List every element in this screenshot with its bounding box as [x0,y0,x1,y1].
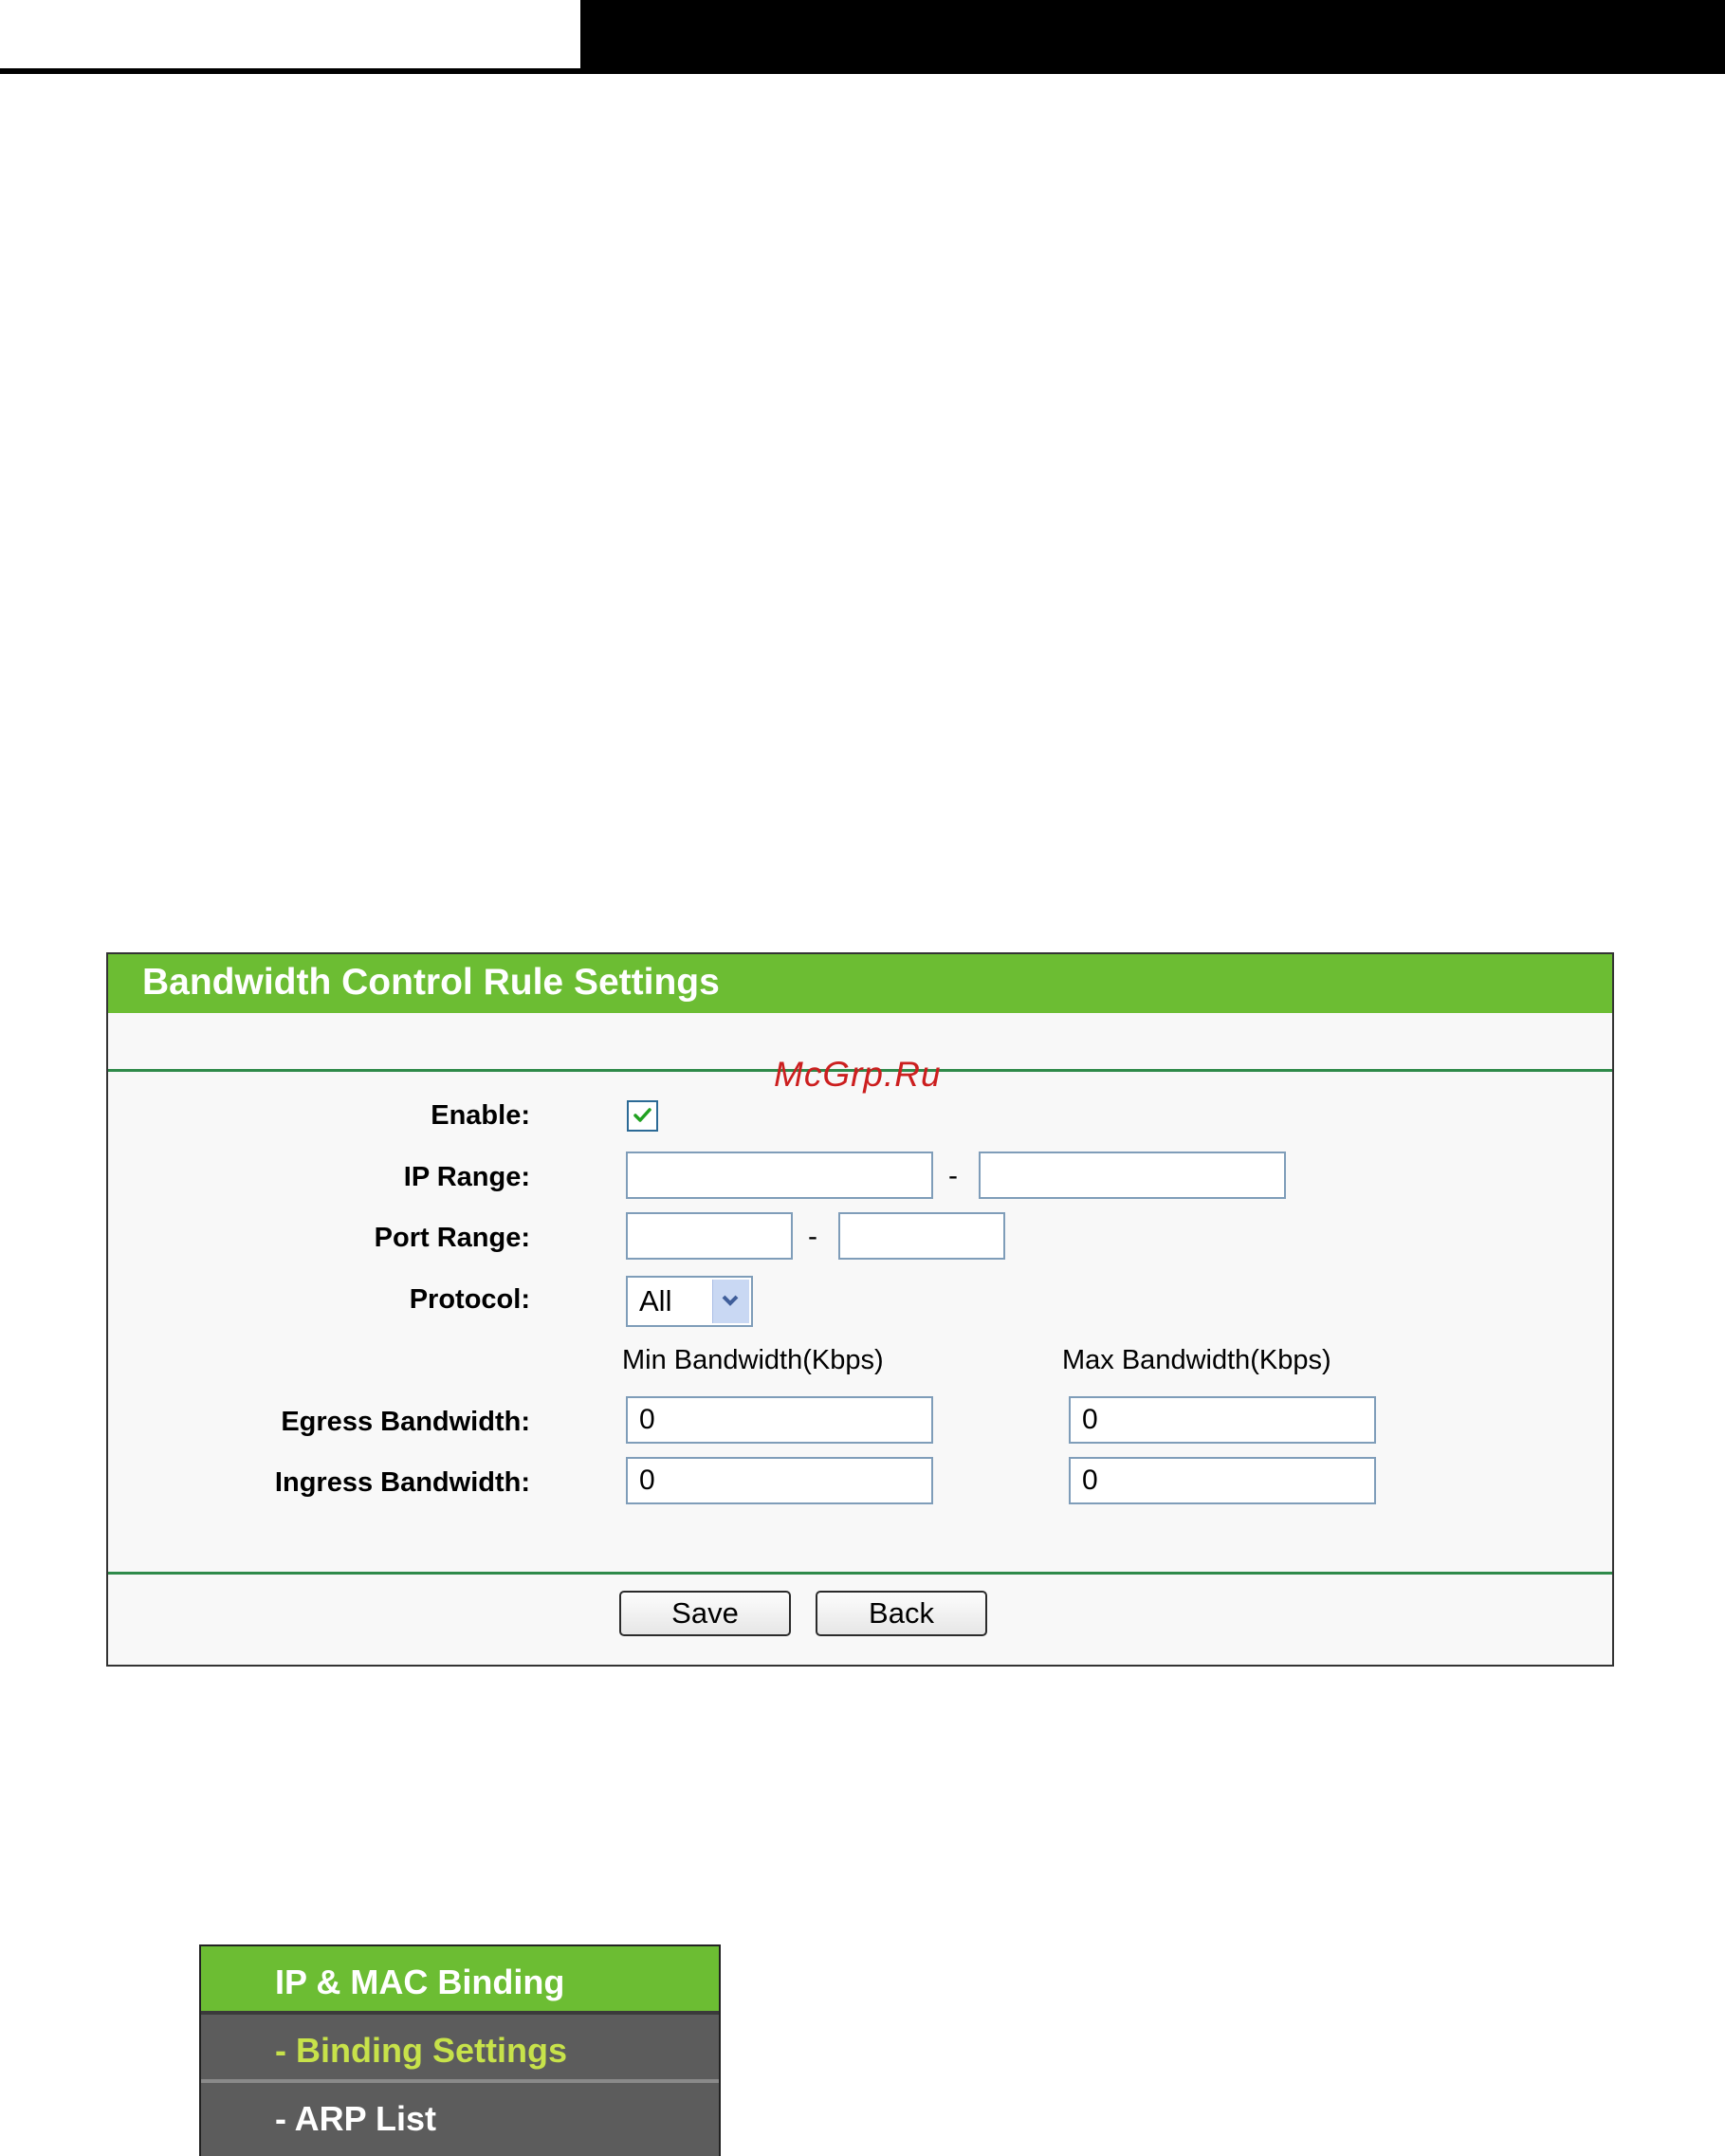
protocol-label: Protocol: [409,1284,530,1315]
port-range-end-input[interactable] [838,1212,1005,1260]
max-bandwidth-header: Max Bandwidth(Kbps) [1062,1345,1331,1375]
divider-bottom [108,1572,1612,1575]
protocol-select[interactable]: All [626,1276,753,1327]
ip-range-start-input[interactable] [626,1152,933,1199]
watermark: McGrp.Ru [774,1055,942,1094]
ingress-bandwidth-label: Ingress Bandwidth: [274,1467,530,1498]
egress-bandwidth-label: Egress Bandwidth: [281,1407,530,1437]
panel-header: Bandwidth Control Rule Settings [108,954,1612,1013]
chevron-down-icon[interactable] [712,1280,749,1323]
ingress-max-input[interactable]: 0 [1069,1457,1376,1504]
egress-min-input[interactable]: 0 [626,1396,933,1444]
back-button[interactable]: Back [816,1591,987,1636]
menu-item-label: - Binding Settings [275,2031,567,2070]
ip-range-label: IP Range: [403,1162,530,1192]
menu-item-label: - ARP List [275,2099,437,2138]
egress-max-input[interactable]: 0 [1069,1396,1376,1444]
ip-range-end-input[interactable] [979,1152,1286,1199]
panel-title: Bandwidth Control Rule Settings [142,962,720,1003]
protocol-selected-value: All [639,1284,672,1318]
enable-label: Enable: [431,1100,530,1131]
checkmark-icon [633,1108,651,1122]
header-bar [580,0,1725,72]
min-bandwidth-header: Min Bandwidth(Kbps) [622,1345,884,1375]
header-rule [0,68,1725,74]
port-range-start-input[interactable] [626,1212,793,1260]
ingress-min-input[interactable]: 0 [626,1457,933,1504]
menu-item-binding-settings[interactable]: - Binding Settings [201,2015,719,2083]
menu-item-ip-mac-binding[interactable]: IP & MAC Binding [201,1946,719,2015]
sidebar-menu: IP & MAC Binding - Binding Settings - AR… [199,1944,721,2156]
bandwidth-rule-panel: Bandwidth Control Rule Settings McGrp.Ru… [106,952,1614,1667]
port-range-separator: - [808,1221,817,1252]
ip-range-separator: - [948,1160,958,1191]
menu-item-label: IP & MAC Binding [275,1963,565,2001]
port-range-label: Port Range: [374,1223,530,1253]
enable-checkbox[interactable] [627,1100,658,1132]
save-button[interactable]: Save [619,1591,791,1636]
menu-item-arp-list[interactable]: - ARP List [201,2083,719,2156]
